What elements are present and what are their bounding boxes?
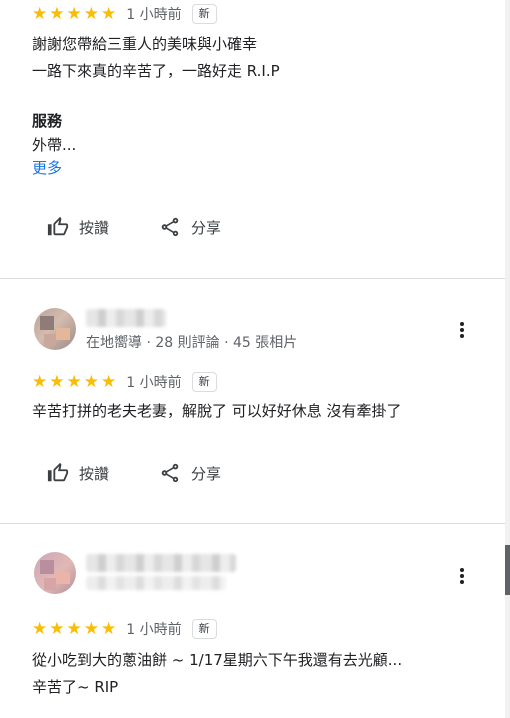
star-icon: ★	[32, 618, 48, 639]
star-icon: ★	[32, 371, 48, 392]
star-icon: ★	[49, 371, 65, 392]
star-icon: ★	[101, 371, 117, 392]
like-label: 按讚	[79, 218, 110, 237]
share-icon	[161, 463, 179, 483]
star-icon: ★	[101, 618, 117, 639]
star-icon: ★	[83, 618, 99, 639]
scrollbar-track[interactable]	[505, 0, 510, 718]
review-card: ★ ★ ★ ★ ★ 1 小時前 新 從小吃到大的蔥油餅 ~ 1/17星期六下午我…	[0, 524, 505, 718]
scrollbar-thumb[interactable]	[505, 545, 510, 595]
review-card: ★ ★ ★ ★ ★ 1 小時前 新 謝謝您帶給三重人的美味與小確幸 一路下來真的…	[0, 0, 505, 278]
review-time: 1 小時前	[126, 622, 182, 638]
thumbs-up-icon	[47, 216, 69, 236]
star-icon: ★	[49, 618, 65, 639]
review-time: 1 小時前	[126, 375, 182, 391]
star-rating: ★ ★ ★ ★ ★	[32, 371, 117, 392]
rating-row: ★ ★ ★ ★ ★ 1 小時前 新	[32, 371, 217, 393]
review-text-line: 謝謝您帶給三重人的美味與小確幸	[32, 35, 258, 53]
like-button[interactable]: 按讚	[47, 462, 109, 484]
share-button[interactable]: 分享	[159, 462, 221, 484]
review-text-line: 辛苦打拼的老夫老妻，解脫了 可以好好休息 沒有牽掛了	[32, 402, 402, 420]
star-rating: ★ ★ ★ ★ ★	[32, 3, 117, 24]
star-rating: ★ ★ ★ ★ ★	[32, 618, 117, 639]
more-options-button[interactable]	[452, 318, 472, 342]
review-time: 1 小時前	[126, 7, 182, 23]
like-button[interactable]: 按讚	[47, 216, 109, 238]
service-value: 外帶...	[32, 136, 77, 154]
rating-row: ★ ★ ★ ★ ★ 1 小時前 新	[32, 3, 217, 25]
star-icon: ★	[49, 3, 65, 24]
share-label: 分享	[191, 464, 222, 483]
service-title: 服務	[32, 112, 63, 130]
reviewer-name-blurred[interactable]	[86, 554, 236, 572]
share-label: 分享	[191, 218, 222, 237]
review-text-line: 從小吃到大的蔥油餅 ~ 1/17星期六下午我還有去光顧...	[32, 651, 403, 669]
more-options-button[interactable]	[452, 564, 472, 588]
star-icon: ★	[66, 371, 82, 392]
more-vert-icon	[460, 322, 464, 338]
avatar[interactable]	[34, 552, 76, 594]
new-badge: 新	[191, 619, 217, 639]
reviews-list: ★ ★ ★ ★ ★ 1 小時前 新 謝謝您帶給三重人的美味與小確幸 一路下來真的…	[0, 0, 505, 718]
thumbs-up-icon	[47, 462, 69, 482]
reviewer-name-blurred[interactable]	[86, 309, 166, 327]
avatar[interactable]	[34, 308, 76, 350]
star-icon: ★	[101, 3, 117, 24]
review-text-line: 辛苦了~ RIP	[32, 678, 119, 696]
star-icon: ★	[66, 3, 82, 24]
review-card: 在地嚮導 · 28 則評論 · 45 張相片 ★ ★ ★ ★ ★ 1 小時前 新…	[0, 279, 505, 523]
reviewer-meta: 在地嚮導 · 28 則評論 · 45 張相片	[86, 335, 298, 351]
star-icon: ★	[32, 3, 48, 24]
star-icon: ★	[83, 3, 99, 24]
star-icon: ★	[83, 371, 99, 392]
more-link[interactable]: 更多	[32, 157, 62, 178]
review-text-line: 一路下來真的辛苦了，一路好走 R.I.P	[32, 62, 280, 80]
share-icon	[161, 217, 179, 237]
like-label: 按讚	[79, 464, 110, 483]
rating-row: ★ ★ ★ ★ ★ 1 小時前 新	[32, 618, 217, 640]
star-icon: ★	[66, 618, 82, 639]
new-badge: 新	[191, 4, 217, 24]
reviewer-meta-blurred	[86, 576, 226, 590]
new-badge: 新	[191, 372, 217, 392]
share-button[interactable]: 分享	[159, 216, 221, 238]
more-vert-icon	[460, 568, 464, 584]
